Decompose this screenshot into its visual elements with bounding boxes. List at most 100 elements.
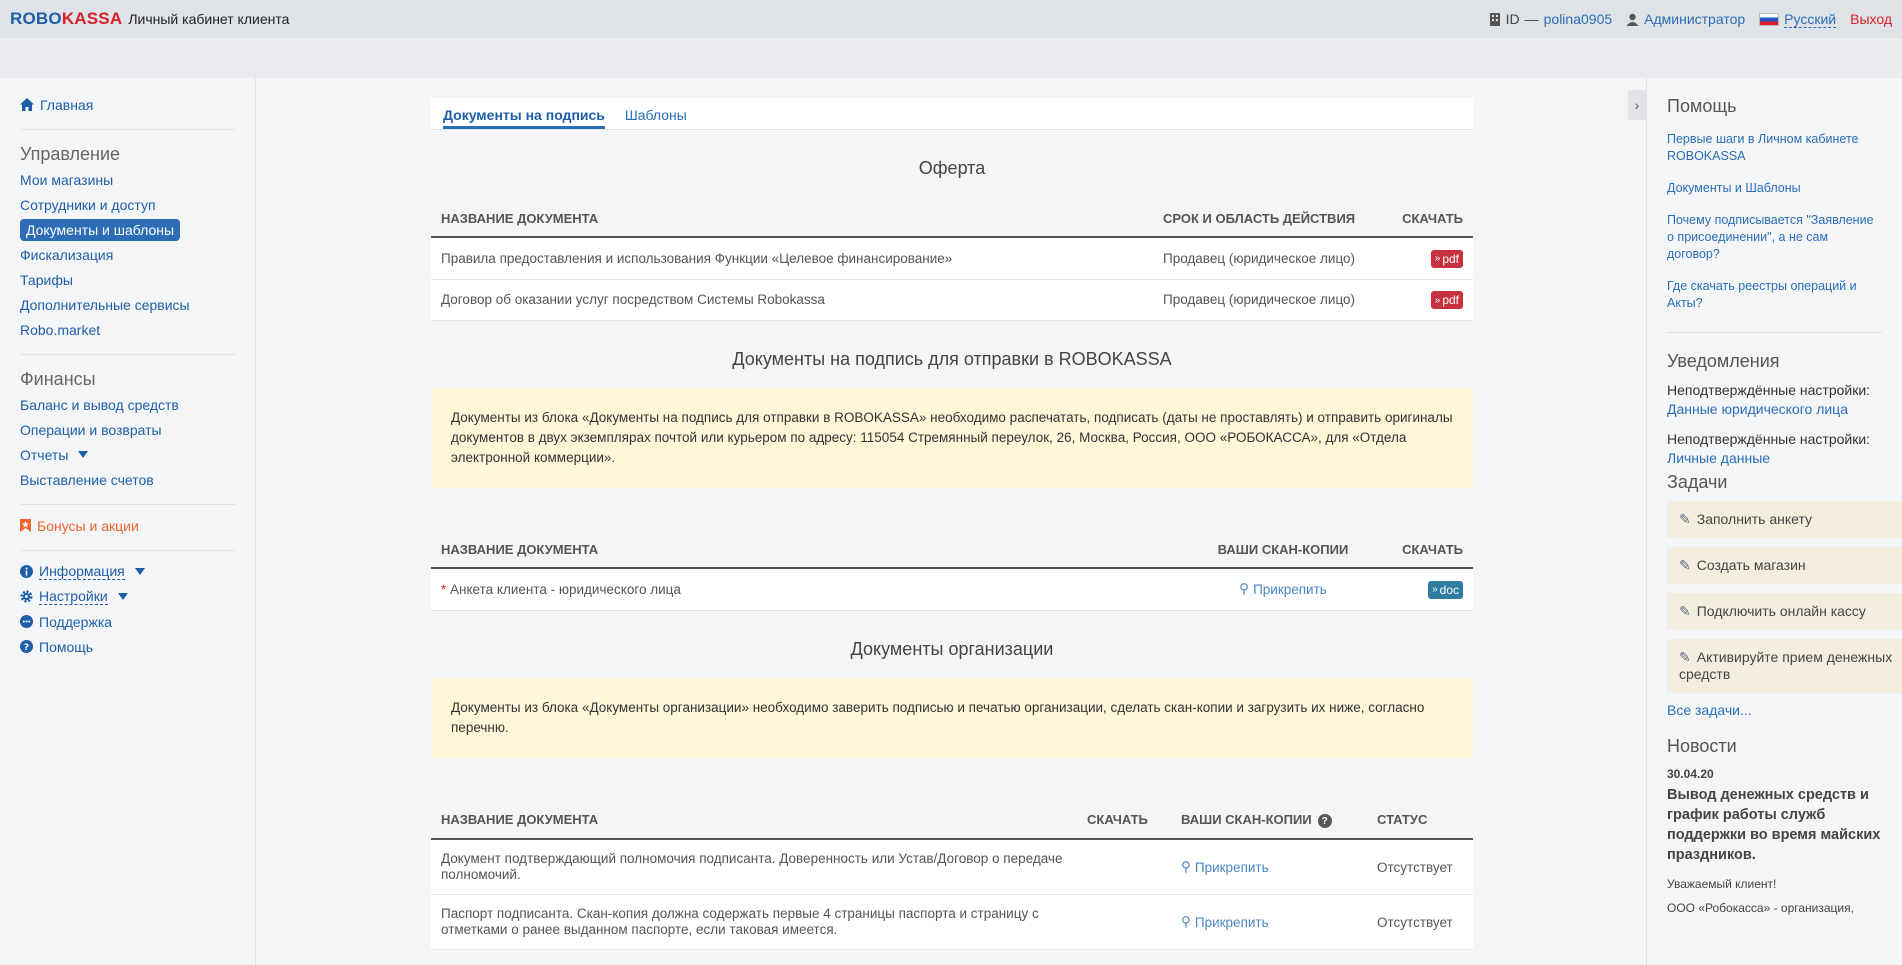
gear-icon xyxy=(20,590,33,603)
help-link[interactable]: Документы и Шаблоны xyxy=(1667,180,1882,197)
left-sidebar: Главная Управление Мои магазины Сотрудни… xyxy=(0,78,256,965)
org-docs-table: НАЗВАНИЕ ДОКУМЕНТА СКАЧАТЬ ВАШИ СКАН-КОП… xyxy=(431,797,1473,950)
doc-name: Документ подтверждающий полномочия подпи… xyxy=(431,839,1077,895)
nav-information[interactable]: Информация xyxy=(20,559,235,584)
nav-home[interactable]: Главная xyxy=(20,92,235,117)
nav-bonuses[interactable]: Бонусы и акции xyxy=(20,513,235,538)
nav-documents-templates[interactable]: Документы и шаблоны xyxy=(20,218,181,241)
home-icon xyxy=(20,98,34,111)
section-title-sign-docs: Документы на подпись для отправки в ROBO… xyxy=(732,349,1172,369)
collapse-panel-button[interactable]: › xyxy=(1628,90,1646,120)
nav-tariffs[interactable]: Тарифы xyxy=(20,267,235,292)
role-menu[interactable]: Администратор xyxy=(1626,11,1745,27)
table-row: Документ подтверждающий полномочия подпи… xyxy=(431,839,1473,895)
id-dash: — xyxy=(1524,11,1539,27)
chevron-right-icon: › xyxy=(1634,97,1640,113)
chat-icon xyxy=(20,615,33,628)
nav-reports[interactable]: Отчеты xyxy=(20,442,235,467)
nav-robo-market[interactable]: Robo.market xyxy=(20,317,235,342)
nav-help[interactable]: ? Помощь xyxy=(20,634,235,659)
nav-my-shops[interactable]: Мои магазины xyxy=(20,167,235,192)
col-header: СТАТУС xyxy=(1367,797,1473,840)
tab-documents-to-sign[interactable]: Документы на подпись xyxy=(443,107,605,129)
doc-scope: Продавец (юридическое лицо) xyxy=(1153,237,1383,280)
task-item[interactable]: ✎ Создать магазин xyxy=(1667,547,1902,584)
pin-icon: ✎ xyxy=(1679,557,1691,573)
nav-divider xyxy=(20,129,236,130)
col-header: СРОК И ОБЛАСТЬ ДЕЙСТВИЯ xyxy=(1153,197,1383,238)
table-row: * Анкета клиента - юридического лица ⚲ Пр… xyxy=(431,568,1473,611)
col-header: НАЗВАНИЕ ДОКУМЕНТА xyxy=(431,797,1077,840)
news-greeting: Уважаемый клиент! xyxy=(1667,877,1777,891)
panel-divider xyxy=(1667,332,1882,333)
pin-icon: ✎ xyxy=(1679,603,1691,619)
news-date: 30.04.20 xyxy=(1667,767,1714,781)
nav-operations-refunds[interactable]: Операции и возвраты xyxy=(20,417,235,442)
news-text: ООО «Робокасса» - организация, xyxy=(1667,901,1854,915)
task-item[interactable]: ✎ Активируйте прием денежных средств xyxy=(1667,639,1902,693)
pin-icon: ✎ xyxy=(1679,511,1691,527)
role-link[interactable]: Администратор xyxy=(1644,11,1745,27)
notification-link[interactable]: Данные юридического лица xyxy=(1667,401,1882,417)
nav-divider xyxy=(20,550,236,551)
nav-balance-withdrawal[interactable]: Баланс и вывод средств xyxy=(20,392,235,417)
id-label: ID xyxy=(1505,11,1520,27)
help-link[interactable]: Где скачать реестры операций и Акты? xyxy=(1667,278,1882,312)
col-header: НАЗВАНИЕ ДОКУМЕНТА xyxy=(431,528,1183,569)
nav-invoicing[interactable]: Выставление счетов xyxy=(20,467,235,492)
robokassa-logo[interactable]: ROBOKASSA xyxy=(10,9,122,29)
nav-additional-services[interactable]: Дополнительные сервисы xyxy=(20,292,235,317)
help-question-icon[interactable]: ? xyxy=(1317,814,1332,828)
attach-link[interactable]: ⚲ Прикрепить xyxy=(1181,914,1269,930)
notifications-title: Уведомления xyxy=(1667,351,1780,371)
user-login-link[interactable]: polina0905 xyxy=(1544,11,1613,27)
col-header: НАЗВАНИЕ ДОКУМЕНТА xyxy=(431,197,1153,238)
task-item[interactable]: ✎ Подключить онлайн кассу xyxy=(1667,593,1902,630)
notification-label: Неподтверждённые настройки: xyxy=(1667,431,1871,447)
notice-sign-docs: Документы из блока «Документы на подпись… xyxy=(431,388,1473,488)
table-row: Правила предоставления и использования Ф… xyxy=(431,237,1473,280)
svg-text:?: ? xyxy=(24,643,29,653)
help-link[interactable]: Первые шаги в Личном кабинете ROBOKASSA xyxy=(1667,131,1882,165)
top-header: ROBOKASSA Личный кабинет клиента ID — po… xyxy=(0,0,1902,38)
download-pdf-button[interactable]: » pdf xyxy=(1430,291,1463,309)
nav-divider xyxy=(20,504,236,505)
notice-org-docs: Документы из блока «Документы организаци… xyxy=(431,677,1473,758)
col-header: СКАЧАТЬ xyxy=(1077,797,1171,840)
logout-link[interactable]: Выход xyxy=(1850,11,1892,27)
help-title: Помощь xyxy=(1667,96,1737,116)
news-headline[interactable]: Вывод денежных средств и график работы с… xyxy=(1667,785,1882,865)
notification-link[interactable]: Личные данные xyxy=(1667,450,1882,466)
nav-section-management: Управление xyxy=(20,144,121,164)
nav-support[interactable]: Поддержка xyxy=(20,609,235,634)
right-panel: Помощь Первые шаги в Личном кабинете ROB… xyxy=(1646,78,1902,965)
help-link[interactable]: Почему подписывается "Заявление о присое… xyxy=(1667,212,1882,263)
doc-scope: Продавец (юридическое лицо) xyxy=(1153,279,1383,321)
nav-fiscalization[interactable]: Фискализация xyxy=(20,242,235,267)
table-row: Договор об оказании услуг посредством Си… xyxy=(431,279,1473,321)
nav-staff-access[interactable]: Сотрудники и доступ xyxy=(20,192,235,217)
section-title-org-docs: Документы организации xyxy=(850,638,1054,659)
section-title-offer: Оферта xyxy=(918,158,986,178)
download-chevron-icon: » xyxy=(1434,294,1441,306)
download-doc-button[interactable]: » doc xyxy=(1428,580,1463,599)
doc-status: Отсутствует xyxy=(1367,839,1473,895)
col-header: СКАЧАТЬ xyxy=(1383,528,1473,569)
language-switcher[interactable]: Русский xyxy=(1759,11,1837,28)
offer-table: НАЗВАНИЕ ДОКУМЕНТА СРОК И ОБЛАСТЬ ДЕЙСТВ… xyxy=(431,197,1473,321)
nav-settings[interactable]: Настройки xyxy=(20,584,235,609)
paperclip-icon: ⚲ xyxy=(1239,581,1250,597)
tab-templates[interactable]: Шаблоны xyxy=(625,107,687,129)
russia-flag-icon xyxy=(1759,12,1780,26)
tab-bar: Документы на подпись Шаблоны xyxy=(431,98,1473,130)
download-pdf-button[interactable]: » pdf xyxy=(1430,249,1463,268)
info-icon xyxy=(20,565,33,578)
nav-section-finance: Финансы xyxy=(20,369,96,389)
language-link[interactable]: Русский xyxy=(1784,11,1837,28)
attach-link[interactable]: ⚲ Прикрепить xyxy=(1239,581,1327,597)
task-item[interactable]: ✎ Заполнить анкету xyxy=(1667,501,1902,538)
col-header: СКАЧАТЬ xyxy=(1383,197,1473,238)
attach-link[interactable]: ⚲ Прикрепить xyxy=(1181,859,1269,875)
pin-icon: ✎ xyxy=(1679,649,1691,665)
all-tasks-link[interactable]: Все задачи... xyxy=(1667,702,1882,718)
